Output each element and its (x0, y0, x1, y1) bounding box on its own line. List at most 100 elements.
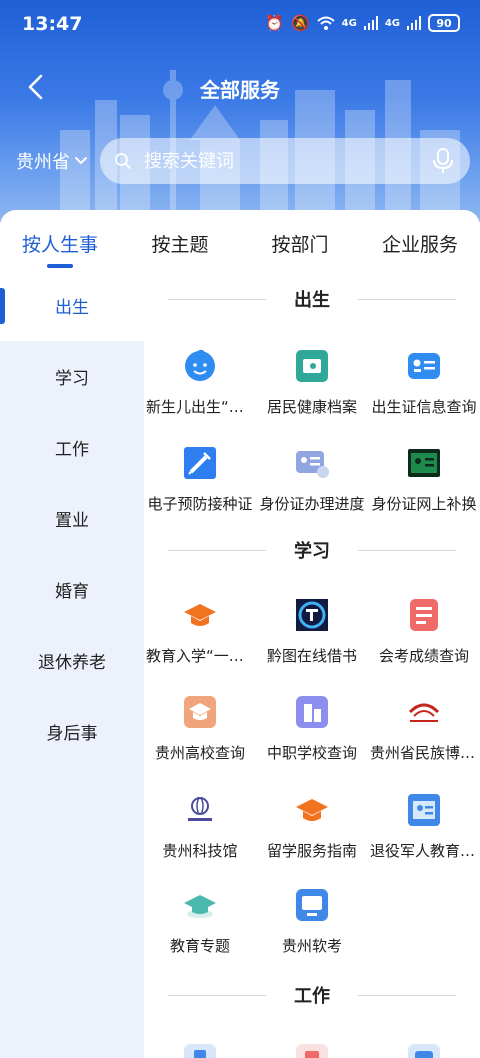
vaccine-syringe-icon (182, 445, 218, 481)
service-label: 退役军人教育培训 (370, 842, 480, 860)
science-museum-logo-icon (182, 792, 218, 828)
nav-bar: 全部服务 (0, 60, 480, 114)
education-topic-icon (182, 887, 218, 923)
tab-label: 按主题 (151, 234, 209, 256)
sidebar-item-1[interactable]: 出生 (0, 270, 144, 341)
veteran-education-icon (406, 792, 442, 828)
status-time: 13:47 (22, 13, 83, 35)
service-item[interactable]: 居民健康档案 (256, 348, 368, 417)
graduation-cap-icon (182, 597, 218, 633)
chevron-down-icon (75, 157, 87, 165)
sidebar-item-label: 工作 (55, 440, 89, 460)
sidebar-item-5[interactable]: 婚育 (0, 554, 144, 625)
service-item[interactable] (256, 1042, 368, 1058)
sidebar-item-label: 置业 (55, 511, 89, 531)
service-item[interactable]: 会考成绩查询 (368, 597, 480, 666)
divider (168, 550, 266, 551)
battery-indicator: 90 (428, 14, 460, 32)
search-icon (114, 152, 132, 170)
microphone-icon[interactable] (432, 148, 454, 174)
section-header: 出生 (144, 284, 480, 314)
service-label: 身份证办理进度 (259, 495, 365, 513)
service-item[interactable]: 留学服务指南 (256, 792, 368, 861)
id-card-progress-icon (294, 445, 330, 481)
work-icon-1 (182, 1042, 218, 1058)
section-title: 出生 (294, 290, 330, 311)
section-title: 工作 (294, 986, 330, 1007)
divider (358, 550, 456, 551)
tab-label: 按部门 (271, 234, 329, 256)
section-header: 学习 (144, 535, 480, 565)
life-event-sidebar: 出生学习工作置业婚育退休养老身后事 (0, 270, 144, 1058)
service-item[interactable] (144, 1042, 256, 1058)
section-title: 学习 (294, 541, 330, 562)
study-abroad-cap-icon (294, 792, 330, 828)
baby-icon (182, 348, 218, 384)
school-building-icon (294, 694, 330, 730)
service-item[interactable]: 出生证信息查询 (368, 348, 480, 417)
service-label: 居民健康档案 (266, 398, 357, 416)
service-label: 出生证信息查询 (371, 398, 477, 416)
region-selector[interactable]: 贵州省 (16, 148, 88, 174)
tab-1[interactable]: 按人生事 (0, 210, 120, 270)
service-label: 黔图在线借书 (266, 647, 357, 665)
sidebar-item-label: 退休养老 (38, 653, 106, 673)
service-item[interactable]: 贵州科技馆 (144, 792, 256, 861)
computer-exam-icon (294, 887, 330, 923)
service-item[interactable]: 贵州省民族博物馆 (368, 694, 480, 763)
service-label: 新生儿出生“一件事” (146, 398, 256, 416)
id-card-renew-icon (406, 445, 442, 481)
status-icons: ⏰ 🔕 4G 4G 90 (265, 13, 460, 33)
work-icon-3 (406, 1042, 442, 1058)
service-item[interactable]: 身份证办理进度 (256, 445, 368, 514)
service-item[interactable]: 教育专题 (144, 887, 256, 956)
network-type-2: 4G (384, 17, 400, 29)
service-label: 留学服务指南 (266, 842, 357, 860)
wifi-icon (316, 16, 335, 30)
service-item[interactable] (368, 1042, 480, 1058)
library-logo-icon (294, 597, 330, 633)
service-item[interactable]: 中职学校查询 (256, 694, 368, 763)
service-item[interactable]: 身份证网上补换 (368, 445, 480, 514)
tab-4[interactable]: 企业服务 (360, 210, 480, 270)
score-report-icon (406, 597, 442, 633)
service-item[interactable]: 电子预防接种证 (144, 445, 256, 514)
sidebar-item-3[interactable]: 工作 (0, 412, 144, 483)
signal-icon (363, 16, 378, 30)
service-label: 会考成绩查询 (378, 647, 469, 665)
sidebar-item-6[interactable]: 退休养老 (0, 625, 144, 696)
service-item[interactable]: 新生儿出生“一件事” (144, 348, 256, 417)
service-item[interactable]: 贵州高校查询 (144, 694, 256, 763)
tab-label: 按人生事 (21, 234, 98, 256)
sidebar-item-label: 学习 (55, 369, 89, 389)
certificate-card-icon (406, 348, 442, 384)
sidebar-item-label: 婚育 (55, 582, 89, 602)
active-category-indicator (0, 288, 5, 324)
service-item[interactable]: 黔图在线借书 (256, 597, 368, 666)
service-label: 电子预防接种证 (147, 495, 253, 513)
sidebar-item-7[interactable]: 身后事 (0, 696, 144, 767)
service-list: 出生新生儿出生“一件事” 居民健康档案出生证信息查询电子预防接种证身份证办理进度身… (144, 270, 480, 1058)
divider (168, 299, 266, 300)
service-label: 教育专题 (169, 937, 230, 955)
divider (168, 995, 266, 996)
category-tabs: 按人生事 按主题 按部门 企业服务 (0, 210, 480, 270)
sidebar-item-4[interactable]: 置业 (0, 483, 144, 554)
sidebar-item-label: 出生 (55, 298, 89, 318)
search-bar[interactable] (100, 138, 470, 184)
tab-2[interactable]: 按主题 (120, 210, 240, 270)
tab-3[interactable]: 按部门 (240, 210, 360, 270)
status-bar: 13:47 ⏰ 🔕 4G 4G 90 (0, 0, 480, 48)
active-tab-indicator (47, 264, 73, 268)
service-item[interactable]: 退役军人教育培训 (368, 792, 480, 861)
divider (358, 995, 456, 996)
divider (358, 299, 456, 300)
section-header: 工作 (144, 980, 480, 1010)
region-label: 贵州省 (16, 152, 70, 173)
sidebar-item-2[interactable]: 学习 (0, 341, 144, 412)
service-item[interactable]: 教育入学“一件事” (144, 597, 256, 666)
search-input[interactable] (144, 150, 414, 172)
service-item[interactable]: 贵州软考 (256, 887, 368, 956)
tab-label: 企业服务 (381, 234, 458, 256)
service-label: 中职学校查询 (266, 744, 357, 762)
